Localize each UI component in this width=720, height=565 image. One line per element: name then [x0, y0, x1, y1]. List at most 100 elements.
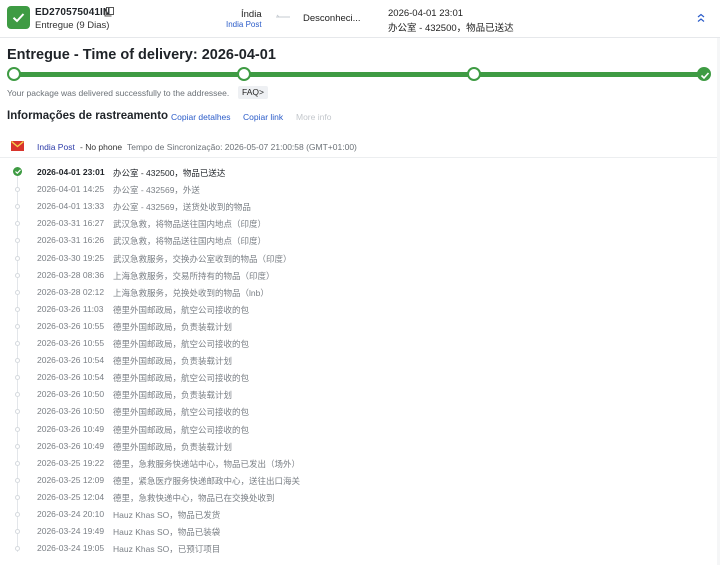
- timeline-dot-icon: [15, 204, 20, 210]
- event-time: 2026-03-24 20:10: [37, 509, 105, 519]
- event-description: 德里外国邮政局，航空公司接收的包: [113, 373, 250, 384]
- event-description: 德里外国邮政局，航空公司接收的包: [113, 424, 250, 435]
- event-description: 办公室 - 432500，物品已送达: [113, 168, 226, 178]
- sync-time: Tempo de Sincronização: 2026-05-07 21:00…: [127, 142, 357, 152]
- tracking-event: 2026-03-25 12:04 德里，急救快递中心，物品已在交换处收到: [0, 489, 720, 506]
- event-time: 2026-03-30 19:25: [37, 252, 105, 263]
- delivered-check-icon: [13, 167, 22, 176]
- tracking-event: 2026-03-26 10:55 德里外国邮政局，航空公司接收的包: [0, 335, 720, 352]
- route-arrow-icon: [276, 14, 290, 18]
- timeline-dot-icon: [15, 306, 20, 312]
- timeline-dot-icon: [15, 426, 20, 432]
- progress-node-out-for-delivery: [467, 67, 481, 81]
- progress-node-delivered: [697, 67, 711, 81]
- timeline-dot-icon: [15, 255, 20, 261]
- event-description: 德里外国邮政局，负责装载计划: [113, 356, 233, 367]
- event-description: 办公室 - 432569，送货处收到的物品: [113, 202, 251, 213]
- chevrons-up-icon[interactable]: [696, 13, 706, 23]
- event-description: 上海急救服务，交易所持有的物品（印度）: [113, 270, 275, 281]
- timeline-dot-icon: [15, 375, 20, 381]
- tracking-event: 2026-03-26 10:54 德里外国邮政局，航空公司接收的包: [0, 369, 720, 386]
- event-time: 2026-04-01 13:33: [37, 201, 105, 212]
- event-description: 德里，急救服务快递站中心，物品已发出（场外）: [113, 458, 301, 469]
- event-time: 2026-03-25 12:04: [37, 491, 105, 502]
- event-time: 2026-03-26 10:50: [37, 389, 105, 400]
- event-description: 德里外国邮政局，航空公司接收的包: [113, 339, 250, 349]
- event-time: 2026-03-25 12:09: [37, 474, 105, 485]
- event-time: 2026-03-24 19:05: [37, 543, 105, 554]
- event-description: 德里，紧急医疗服务快递邮政中心，送往出口海关: [113, 475, 301, 486]
- copy-details-link[interactable]: Copiar detalhes: [171, 112, 231, 122]
- event-description: 办公室 - 432569，外送: [113, 185, 200, 196]
- event-time: 2026-03-26 11:03: [37, 303, 104, 314]
- event-time: 2026-03-26 10:49: [37, 440, 105, 451]
- progress-node-info-received: [7, 67, 21, 81]
- tracking-event: 2026-03-31 16:27 武汉急救，将物品送往国内地点（印度）: [0, 215, 720, 232]
- carrier-phone: - No phone: [80, 142, 123, 152]
- timeline-dot-icon: [15, 289, 20, 295]
- delivery-headline: Entregue - Time of delivery: 2026-04-01: [7, 47, 276, 63]
- tracking-event: 2026-03-25 12:09 德里，紧急医疗服务快递邮政中心，送往出口海关: [0, 472, 720, 489]
- event-time: 2026-03-31 16:26: [37, 235, 105, 246]
- timeline-dot-icon: [15, 323, 20, 329]
- event-description: 武汉急救服务，交换办公室收到的物品（印度）: [113, 253, 292, 264]
- tracking-event: 2026-03-25 19:22 德里，急救服务快递站中心，物品已发出（场外）: [0, 455, 720, 472]
- event-time: 2026-03-28 08:36: [37, 269, 105, 280]
- event-description: 德里外国邮政局，负责装载计划: [113, 441, 233, 452]
- tracking-event: 2026-04-01 13:33 办公室 - 432569，送货处收到的物品: [0, 198, 720, 215]
- india-post-logo-icon: [11, 141, 24, 151]
- tracking-event: 2026-03-26 10:50 德里外国邮政局，航空公司接收的包: [0, 403, 720, 420]
- more-info-link[interactable]: More info: [296, 112, 331, 122]
- tracking-event: 2026-03-26 11:03 德里外国邮政局，航空公司接收的包: [0, 301, 720, 318]
- event-description: 德里外国邮政局，负责装载计划: [113, 321, 233, 332]
- event-description: 上海急救服务，兑换处收到的物品（lnb）: [113, 287, 269, 298]
- tracking-event: 2026-03-26 10:54 德里外国邮政局，负责装载计划: [0, 352, 720, 369]
- faq-button[interactable]: FAQ>: [238, 86, 268, 99]
- event-time: 2026-03-26 10:49: [37, 423, 105, 434]
- event-description: 德里外国邮政局，航空公司接收的包: [113, 407, 250, 418]
- delivered-status-badge: [7, 6, 30, 29]
- tracking-number: ED270575041IN: [35, 7, 111, 18]
- destination-carrier[interactable]: India Post: [226, 20, 262, 29]
- event-time: 2026-04-01 14:25: [37, 184, 105, 195]
- timeline-dot-icon: [15, 546, 20, 552]
- timeline-dot-icon: [15, 529, 20, 535]
- timeline-dot-icon: [15, 460, 20, 466]
- event-time: 2026-03-31 16:27: [37, 218, 105, 229]
- tracking-event: 2026-03-26 10:49 德里外国邮政局，负责装载计划: [0, 438, 720, 455]
- copy-link-link[interactable]: Copiar link: [243, 112, 283, 122]
- tracking-event: 2026-03-24 19:05 Hauz Khas SO，已预订项目: [0, 540, 720, 557]
- event-time: 2026-04-01 23:01: [37, 167, 105, 177]
- timeline-dot-icon: [15, 238, 20, 244]
- timeline-dot-icon: [15, 409, 20, 415]
- event-description: 德里外国邮政局，航空公司接收的包: [113, 304, 250, 315]
- carrier-name[interactable]: India Post: [37, 142, 75, 152]
- timeline-dot-icon: [15, 494, 20, 500]
- tracking-event: 2026-04-01 23:01 办公室 - 432500，物品已送达: [0, 164, 720, 181]
- tracking-event: 2026-03-26 10:55 德里外国邮政局，负责装载计划: [0, 318, 720, 335]
- copy-icon[interactable]: [103, 6, 115, 18]
- delivered-message: Your package was delivered successfully …: [7, 88, 230, 98]
- tracking-event: 2026-03-26 10:50 德里外国邮政局，负责装载计划: [0, 386, 720, 403]
- tracking-section-title: Informações de rastreamento: [7, 110, 169, 122]
- event-time: 2026-03-24 19:49: [37, 526, 105, 537]
- origin-country: Desconheci...: [303, 13, 361, 24]
- carrier-row: India Post - No phone Tempo de Sincroniz…: [0, 137, 720, 158]
- event-time: 2026-03-26 10:50: [37, 406, 105, 417]
- timeline-dot-icon: [15, 272, 20, 278]
- progress-bar: [13, 72, 703, 77]
- event-time: 2026-03-26 10:55: [37, 338, 105, 348]
- event-description: 武汉急救，将物品送往国内地点（印度）: [113, 236, 267, 247]
- event-time: 2026-03-26 10:55: [37, 320, 105, 331]
- tracking-event: 2026-03-28 02:12 上海急救服务，兑换处收到的物品（lnb）: [0, 284, 720, 301]
- destination-country: Índia: [241, 9, 262, 20]
- timeline-dot-icon: [15, 477, 20, 483]
- event-description: Hauz Khas SO，物品已发货: [113, 510, 221, 520]
- tracking-event: 2026-03-28 08:36 上海急救服务，交易所持有的物品（印度）: [0, 267, 720, 284]
- timeline-dot-icon: [15, 221, 20, 227]
- event-description: 武汉急救，将物品送往国内地点（印度）: [113, 219, 267, 230]
- timeline-dot-icon: [15, 341, 20, 346]
- status-summary: Entregue (9 Dias): [35, 20, 110, 31]
- shipment-header[interactable]: ED270575041IN Entregue (9 Dias) Índia In…: [0, 0, 720, 38]
- event-description: 德里外国邮政局，负责装载计划: [113, 390, 233, 401]
